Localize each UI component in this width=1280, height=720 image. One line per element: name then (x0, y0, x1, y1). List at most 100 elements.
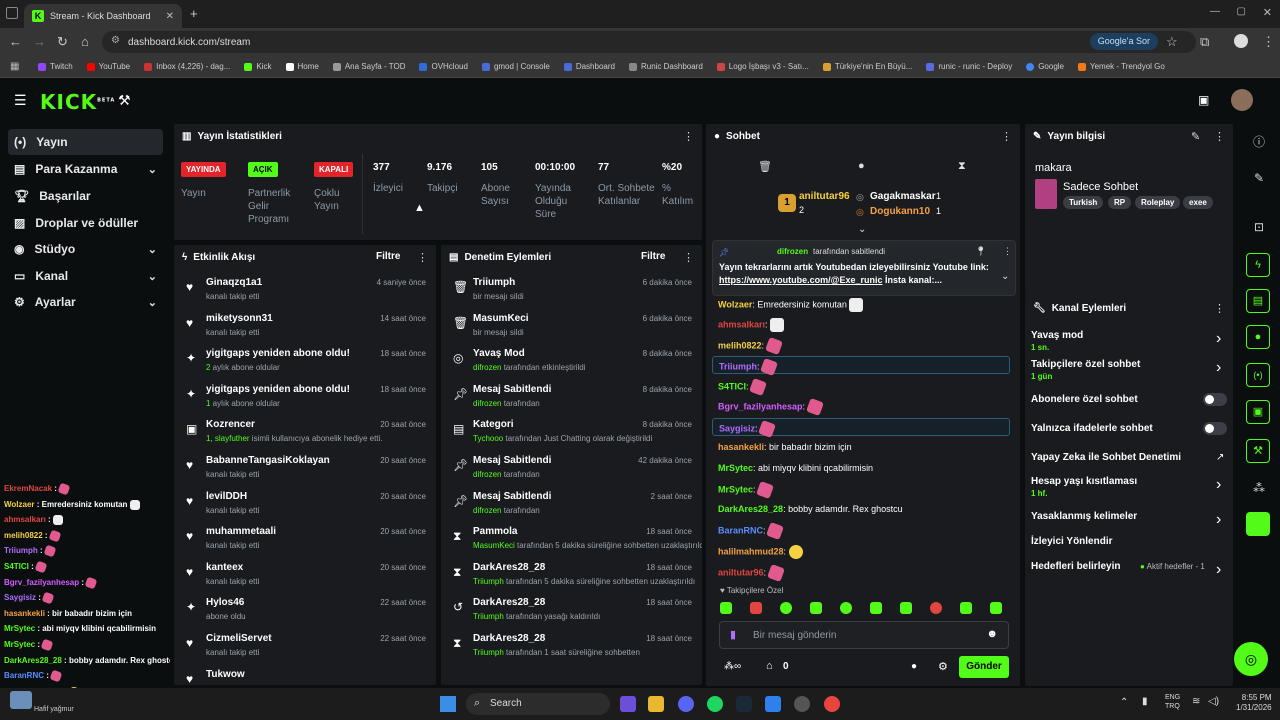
stream-manager-icon[interactable]: ▣ (1198, 93, 1209, 107)
chevron-right-icon[interactable]: › (1216, 562, 1221, 578)
bookmark-youtube[interactable]: YouTube (86, 62, 130, 71)
chat-username[interactable]: melih0822 (718, 340, 762, 350)
bookmark-kick[interactable]: Kick (244, 62, 272, 71)
sidebar-item-yayin[interactable]: (•) Yayın (8, 129, 163, 155)
bookmark-runic-deploy[interactable]: runic - runic - Deploy (926, 62, 1012, 71)
emote-icon[interactable] (870, 602, 882, 614)
activity-filter-button[interactable]: Filtre (376, 251, 400, 262)
hammer-icon[interactable]: ⚒ (118, 92, 131, 109)
chat-username[interactable]: ahmsalkarı (718, 319, 765, 329)
chat-username[interactable]: Bgrv_fazilyanhesap (718, 401, 803, 411)
copilot-icon[interactable] (620, 696, 636, 712)
maximize-icon[interactable]: ▢ (1237, 6, 1246, 17)
minimize-icon[interactable]: — (1210, 6, 1220, 17)
chat-message[interactable]: Triiumph: (712, 356, 1010, 376)
microphone-icon[interactable]: ▮ (1142, 696, 1148, 707)
tag[interactable]: RP (1108, 196, 1132, 209)
sidebar-item-studyo[interactable]: ◉ Stüdyo ⌄ (8, 236, 163, 262)
chat-username[interactable]: BaranRNC (718, 525, 763, 535)
sidebar-item-droplar[interactable]: ▨ Droplar ve ödüller (8, 210, 163, 236)
feed-row[interactable]: ⧗ DarkAres28_28 Triiumph tarafından 1 saat… (451, 631, 692, 663)
more-options-icon[interactable]: ⋮ (1001, 130, 1012, 143)
chrome-icon[interactable] (824, 696, 840, 712)
pinned-link[interactable]: https://www.youtube.com/@Exe_runic (719, 275, 882, 285)
more-options-icon[interactable]: ⋮ (417, 251, 428, 264)
microphone-icon[interactable]: ▮ (730, 628, 736, 641)
edit-icon[interactable]: ✎ (1191, 130, 1200, 143)
chat-bubble-icon[interactable]: ● (1246, 325, 1270, 349)
feed-row[interactable]: ◎ Yavaş Mod difrozen tarafından etkinleşti… (451, 346, 692, 378)
chevron-right-icon[interactable]: › (1216, 360, 1221, 376)
chevron-down-icon[interactable]: ⌄ (1001, 271, 1009, 282)
chat-message[interactable]: halilmahmud28: (718, 545, 803, 559)
bookmark-runic[interactable]: Runic Dashboard (628, 62, 703, 71)
tag[interactable]: Roleplay (1135, 196, 1181, 209)
moderation-filter-button[interactable]: Filtre (641, 251, 665, 262)
close-tab-icon[interactable]: ✕ (166, 11, 174, 22)
bookmark-inbox[interactable]: Inbox (4,226) - dag... (144, 62, 230, 71)
file-explorer-icon[interactable] (648, 696, 664, 712)
forward-icon[interactable]: → (33, 34, 46, 49)
feed-row[interactable]: 📌︎ Mesaj Sabitlendi difrozen tarafından 42 … (451, 453, 692, 485)
chat-message[interactable]: DarkAres28_28: bobby adamdır. Rex ghostc… (718, 504, 903, 514)
chat-username[interactable]: halilmahmud28 (718, 546, 784, 556)
feed-row[interactable]: ♥ kanteex kanalı takip etti 20 saat önce (184, 560, 426, 592)
send-button[interactable]: Gönder (959, 656, 1009, 678)
url-field[interactable]: ⚙ dashboard.kick.com/stream (102, 31, 1196, 53)
bookmark-tod[interactable]: Ana Sayfa - TOD (332, 62, 405, 71)
channel-action-row[interactable]: Hesap yaşı kısıtlaması 1 hf. (1031, 476, 1137, 498)
feed-row[interactable]: ♥ Tukwow (184, 667, 426, 685)
chat-username[interactable]: aniltutar96 (718, 567, 764, 577)
emote-icon[interactable] (900, 602, 912, 614)
chat-input[interactable]: ▮ Bir mesaj gönderin ☻ (719, 621, 1009, 649)
chat-username[interactable]: MrSytec (718, 463, 753, 473)
feed-row[interactable]: ♥ Ginaqzq1a1 kanalı takip etti 4 saniye önc… (184, 275, 426, 307)
feed-row[interactable]: 📌︎ Mesaj Sabitlendi difrozen tarafından 2 s… (451, 489, 692, 521)
bookmark-turkiye[interactable]: Türkiye'nin En Büyü... (822, 62, 912, 71)
unpin-icon[interactable]: 📍︎ (975, 246, 986, 257)
home-icon[interactable]: ⌂ (81, 34, 89, 49)
windows-start-icon[interactable] (440, 696, 456, 712)
hourglass-icon[interactable]: ⧗ (958, 160, 966, 173)
emote-icon[interactable] (960, 602, 972, 614)
bolt-icon[interactable]: ϟ (1246, 253, 1270, 277)
chat-message[interactable]: Bgrv_fazilyanhesap: (718, 398, 824, 416)
more-options-icon[interactable]: ⋮ (1214, 130, 1225, 143)
toggle-switch[interactable] (1203, 393, 1227, 406)
channel-action-row[interactable]: Yavaş mod 1 sn. (1031, 330, 1083, 352)
toggle-switch[interactable] (1203, 422, 1227, 435)
feed-row[interactable]: 🗑︎ Triiumph bir mesajı sildi 6 dakika önce (451, 275, 692, 307)
more-options-icon[interactable]: ⋮ (683, 130, 694, 143)
chat-message[interactable]: Wolzaer: Emredersiniz komutan (718, 298, 864, 312)
feed-row[interactable]: ♥ BabanneTangasiKoklayan kanalı takip etti… (184, 453, 426, 485)
category-name[interactable]: Sadece Sohbet (1063, 181, 1138, 193)
emoji-icon[interactable]: ☻ (986, 628, 998, 640)
bookmark-star-icon[interactable]: ☆ (1166, 34, 1178, 50)
close-window-icon[interactable]: ✕ (1263, 6, 1272, 19)
channel-action-row[interactable]: İzleyici Yönlendir (1031, 536, 1113, 547)
channel-action-row[interactable]: Yasaklanmış kelimeler (1031, 511, 1137, 522)
profile-icon[interactable] (1234, 34, 1248, 48)
info-card-icon[interactable]: ▣ (1246, 400, 1270, 424)
help-icon[interactable]: ◎ (1234, 642, 1268, 676)
infinity-points-icon[interactable]: ⁂∞ (724, 661, 741, 672)
sidebar-item-para-kazanma[interactable]: ▤ Para Kazanma ⌄ (8, 156, 163, 182)
obs-icon[interactable] (794, 696, 810, 712)
bookmark-gmod[interactable]: gmod | Console (481, 62, 550, 71)
steam-icon[interactable] (736, 696, 752, 712)
chat-message[interactable]: MrSytec: (718, 481, 775, 499)
gear-icon[interactable]: ⚙ (938, 660, 948, 673)
pinned-message[interactable]: 📌︎ difrozen tarafından sabitlendi 📍︎ ⋮ Y… (712, 240, 1016, 296)
channel-action-row[interactable]: Yapay Zeka ile Sohbet Denetimi (1031, 452, 1181, 463)
feed-row[interactable]: ⧗ DarkAres28_28 Triiumph tarafından 5 daki… (451, 560, 695, 592)
leader-name[interactable]: aniltutar96 (799, 191, 850, 202)
browser-tab[interactable]: K Stream - Kick Dashboard ✕ (24, 4, 182, 28)
weather-icon[interactable] (10, 691, 32, 709)
sidebar-item-ayarlar[interactable]: ⚙ Ayarlar ⌄ (8, 289, 163, 315)
bookmark-twitch[interactable]: Twitch (38, 62, 73, 71)
more-options-icon[interactable]: ⋮ (683, 251, 694, 264)
channel-action-row[interactable]: Abonelere özel sohbet (1031, 394, 1138, 405)
chat-username[interactable]: S4TICI (718, 381, 746, 391)
chat-bubble-icon[interactable]: ● (858, 160, 865, 172)
volume-icon[interactable]: ◁) (1208, 696, 1219, 707)
